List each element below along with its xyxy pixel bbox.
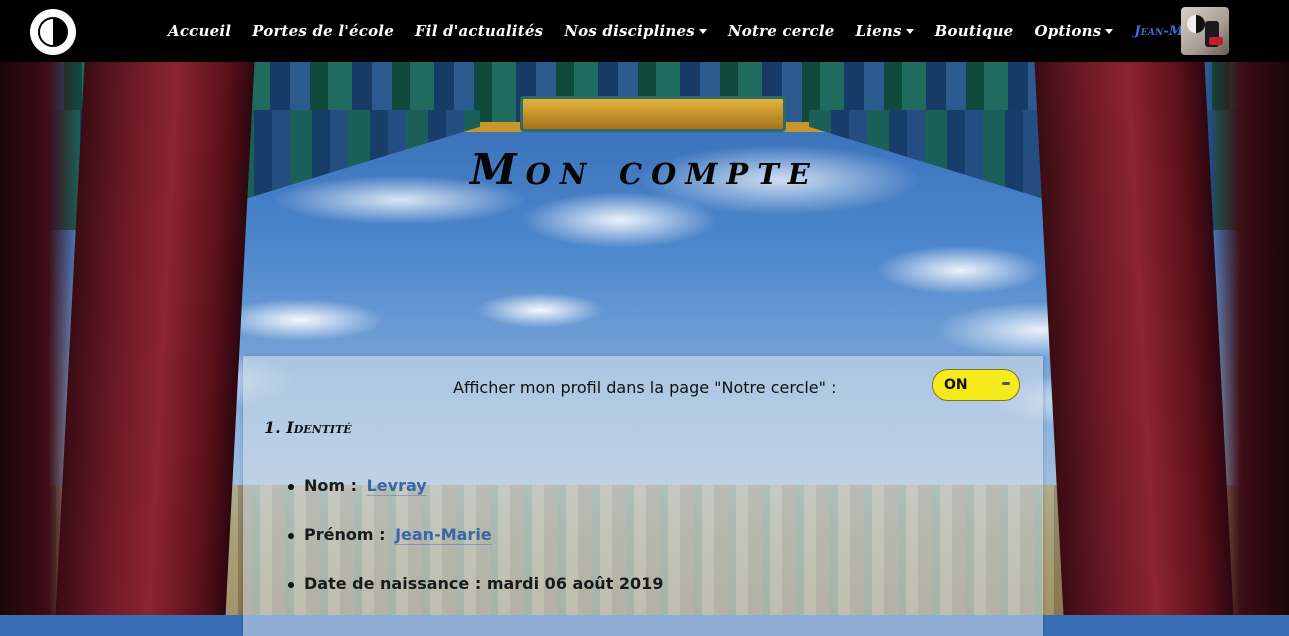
- field-label: Date de naissance :: [304, 574, 482, 593]
- nav-item-liens[interactable]: Liens: [856, 22, 914, 40]
- temple-beam-ornament: [520, 96, 786, 132]
- nav-item-label: Options: [1034, 22, 1102, 40]
- yin-yang-icon: [38, 17, 68, 47]
- nav-item-label: Liens: [855, 22, 902, 40]
- nav-item-accueil[interactable]: Accueil: [168, 22, 231, 40]
- nav-item-label: Fil d'actualités: [414, 22, 544, 40]
- identity-section-title: 1. Identité: [264, 418, 352, 437]
- site-logo[interactable]: [30, 9, 76, 55]
- page-title: Mon compte: [470, 145, 819, 194]
- profile-visibility-toggle[interactable]: ON: [932, 369, 1020, 401]
- nav-item-actualites[interactable]: Fil d'actualités: [415, 22, 543, 40]
- nav-item-disciplines[interactable]: Nos disciplines: [564, 22, 707, 40]
- field-label: Prénom :: [304, 525, 386, 544]
- nav-item-options[interactable]: Options: [1034, 22, 1114, 40]
- profile-visibility-label: Afficher mon profil dans la page "Notre …: [453, 378, 837, 397]
- yin-yang-icon: [1187, 15, 1205, 33]
- chevron-down-icon: [905, 28, 914, 34]
- nav-item-cercle[interactable]: Notre cercle: [728, 22, 835, 40]
- toggle-knob-icon: [1002, 382, 1010, 385]
- nav-item-label: Boutique: [934, 22, 1014, 40]
- identity-list: Nom : Levray Prénom : Jean-Marie Date de…: [287, 476, 663, 623]
- nav-item-label: Accueil: [168, 22, 232, 40]
- identity-field-naissance: Date de naissance : mardi 06 août 2019: [287, 574, 663, 623]
- chevron-down-icon: [698, 28, 707, 34]
- chevron-down-icon: [1105, 28, 1114, 34]
- nav-item-label: Portes de l'école: [252, 22, 394, 40]
- toggle-state: ON: [944, 377, 968, 393]
- field-value: mardi 06 août 2019: [486, 574, 664, 593]
- field-value[interactable]: Jean-Marie: [395, 525, 492, 545]
- field-label: Nom :: [304, 476, 358, 495]
- identity-field-prenom: Prénom : Jean-Marie: [287, 525, 663, 574]
- field-value[interactable]: Levray: [366, 476, 427, 496]
- nav-item-label: Notre cercle: [727, 22, 835, 40]
- account-card: Afficher mon profil dans la page "Notre …: [243, 356, 1043, 636]
- avatar-figure-accent: [1209, 37, 1223, 45]
- nav-item-label: Nos disciplines: [564, 22, 695, 40]
- nav-item-boutique[interactable]: Boutique: [935, 22, 1014, 40]
- avatar[interactable]: [1181, 7, 1229, 55]
- nav-links: Accueil Portes de l'école Fil d'actualit…: [168, 0, 1231, 62]
- nav-item-portes[interactable]: Portes de l'école: [252, 22, 394, 40]
- identity-field-nom: Nom : Levray: [287, 476, 663, 525]
- navbar: Accueil Portes de l'école Fil d'actualit…: [0, 0, 1289, 62]
